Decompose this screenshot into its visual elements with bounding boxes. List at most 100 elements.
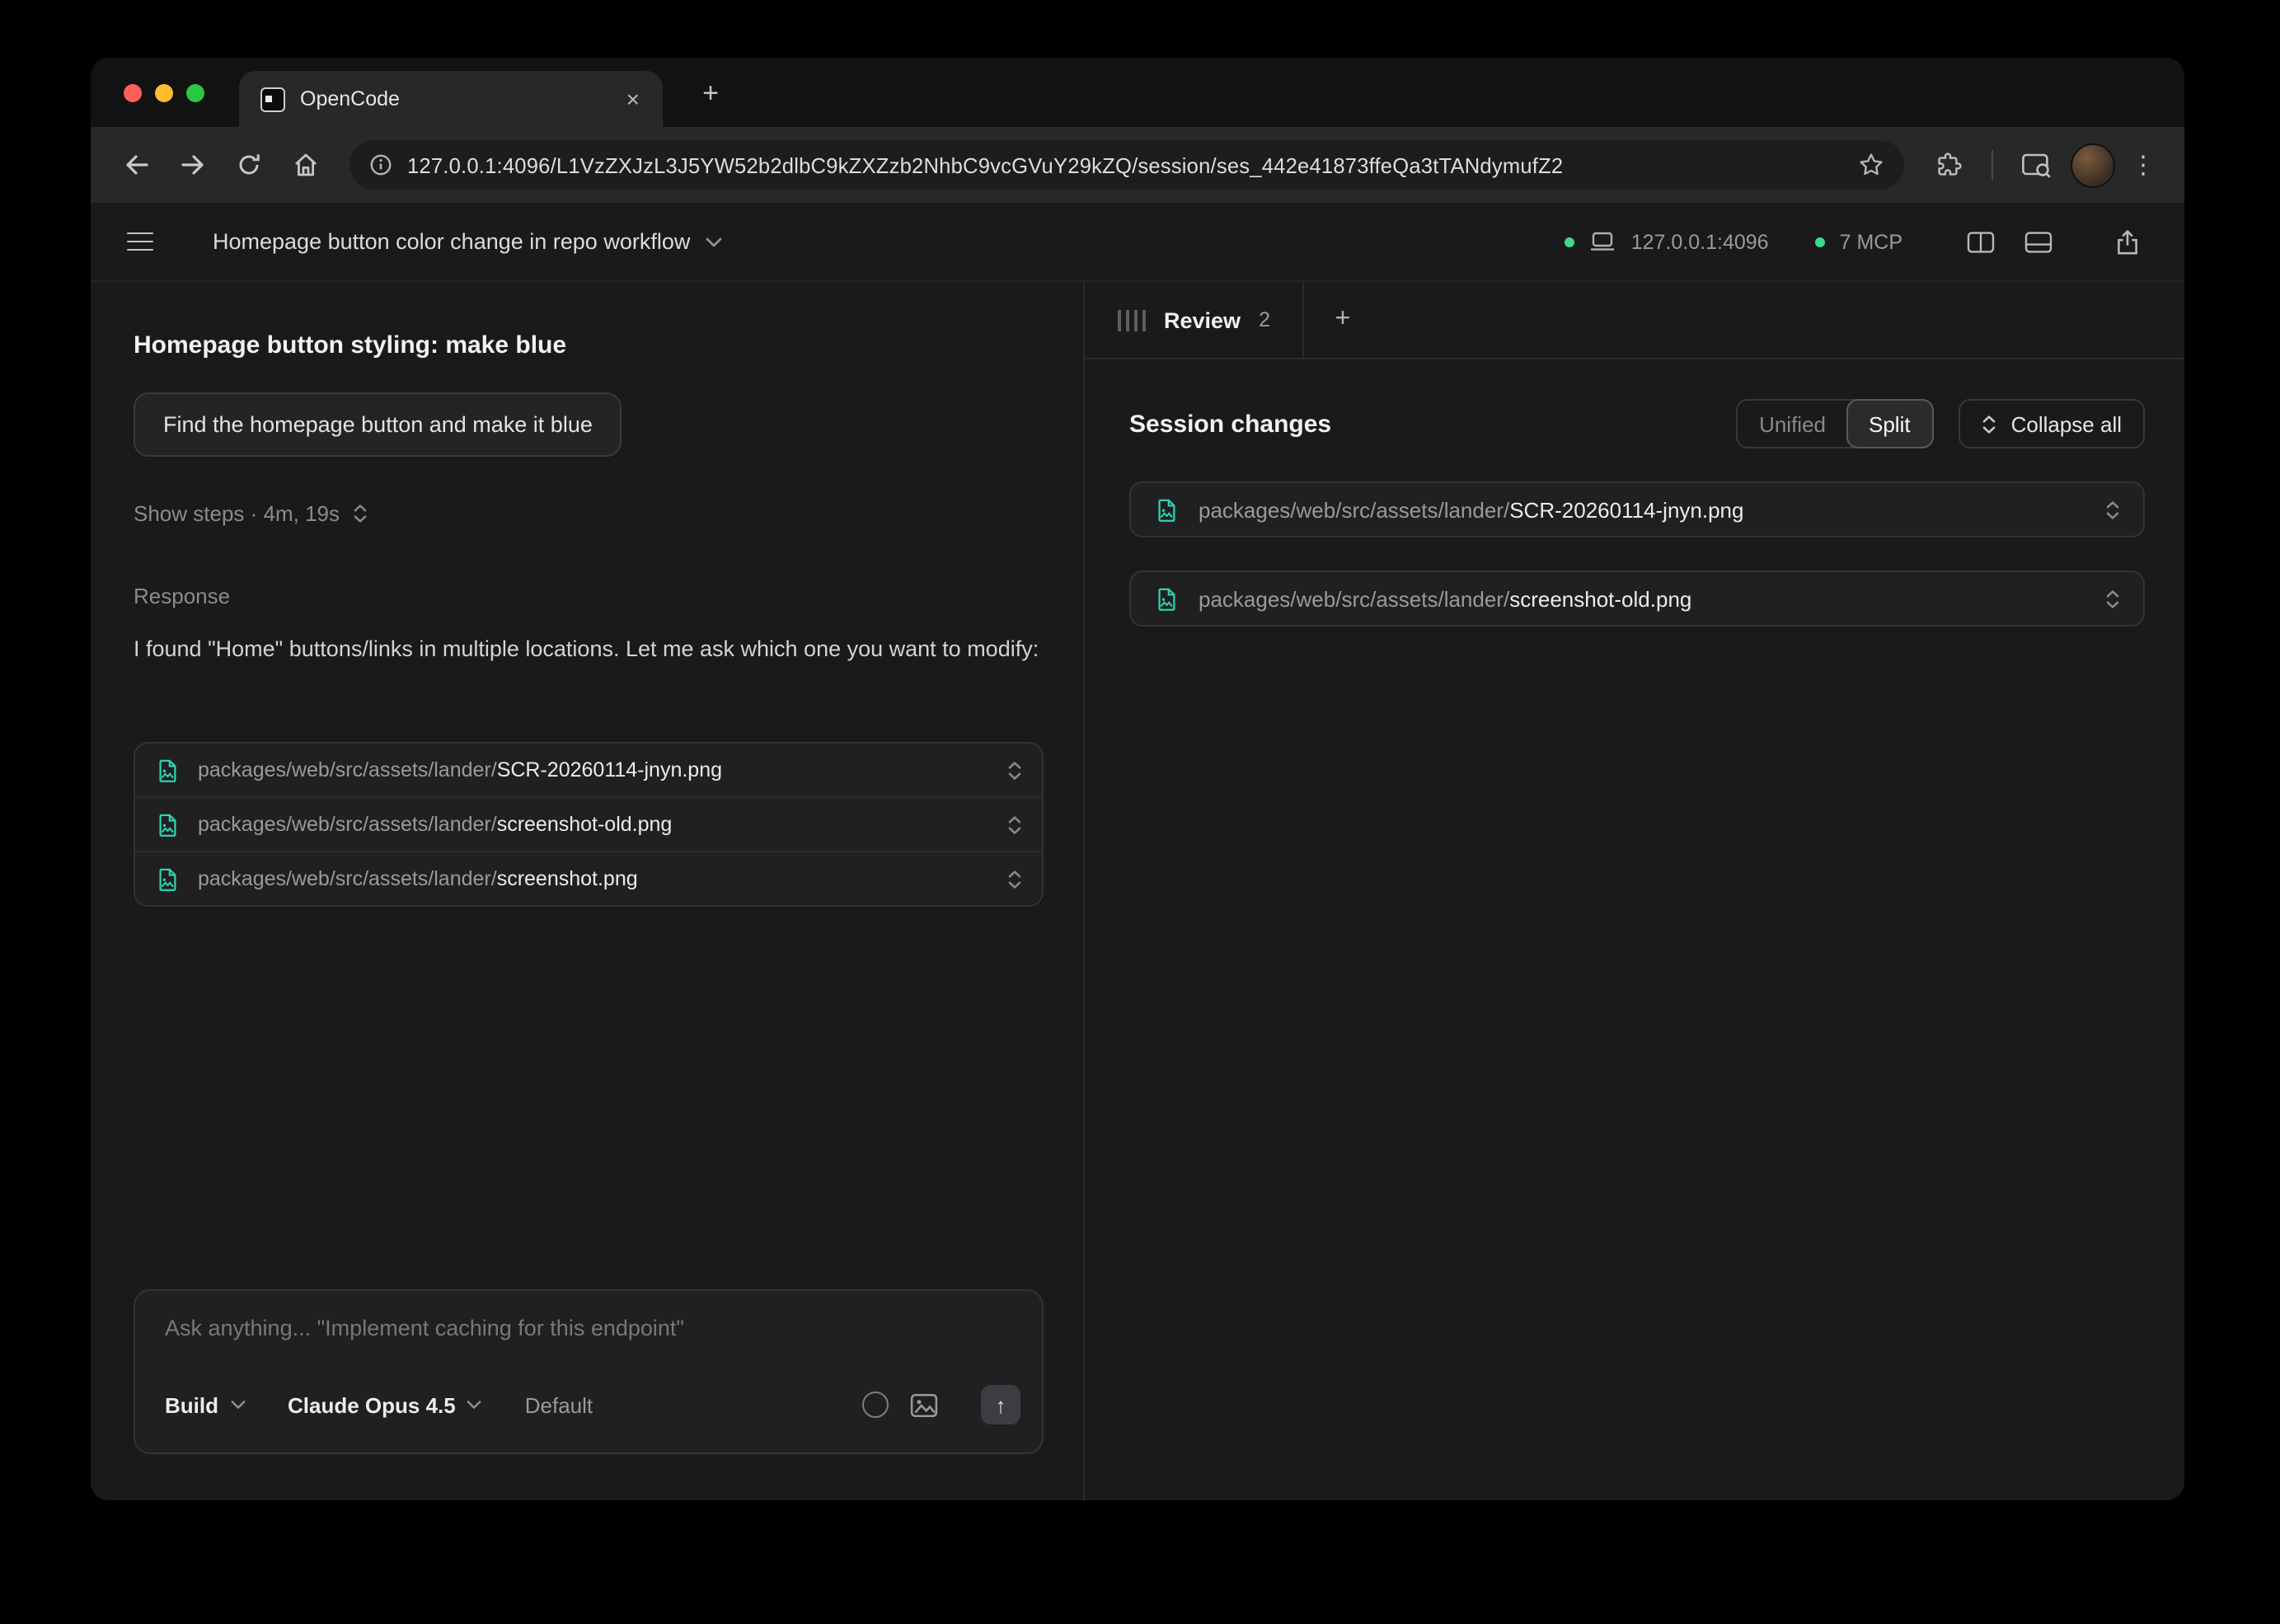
add-review-tab-button[interactable]: +	[1305, 282, 1381, 358]
reload-button[interactable]	[224, 140, 274, 190]
tab-search-icon[interactable]	[2011, 140, 2061, 190]
forward-button[interactable]	[168, 140, 218, 190]
mode-label: Build	[165, 1392, 218, 1417]
composer-controls: Build Claude Opus 4.5 Default	[135, 1367, 1042, 1453]
app-header: Homepage button color change in repo wor…	[91, 203, 2184, 282]
session-title-text: Homepage button color change in repo wor…	[213, 229, 690, 254]
diff-mode-segmented: Unified Split	[1736, 399, 1934, 448]
session-changes-section: Session changes Unified Split Collapse a…	[1085, 359, 2184, 627]
avatar	[2070, 143, 2114, 187]
show-steps-toggle[interactable]: Show steps · 4m, 19s	[134, 501, 1040, 526]
send-button[interactable]: ↑	[981, 1385, 1020, 1425]
file-name: screenshot-old.png	[497, 814, 673, 837]
image-file-icon	[155, 867, 180, 892]
file-name: SCR-20260114-jnyn.png	[497, 759, 722, 782]
file-path-prefix: packages/web/src/assets/lander/	[198, 868, 497, 891]
image-file-icon	[155, 813, 180, 838]
file-option-row[interactable]: packages/web/src/assets/lander/screensho…	[135, 852, 1042, 906]
collapse-all-label: Collapse all	[2011, 411, 2122, 436]
changed-file-row[interactable]: packages/web/src/assets/lander/screensho…	[1129, 570, 2145, 627]
chat-heading: Homepage button styling: make blue	[134, 331, 1040, 359]
main-split: Homepage button styling: make blue Find …	[91, 282, 2184, 1500]
composer-placeholder[interactable]: Ask anything... "Implement caching for t…	[135, 1291, 1042, 1340]
device-icon	[1590, 231, 1616, 252]
file-option-row[interactable]: packages/web/src/assets/lander/SCR-20260…	[135, 744, 1042, 797]
opencode-favicon	[260, 87, 285, 111]
server-status-dot	[1565, 237, 1575, 246]
response-label: Response	[134, 584, 1040, 608]
image-file-icon	[1154, 497, 1179, 522]
user-message: Find the homepage button and make it blu…	[134, 392, 622, 457]
split-view-button[interactable]: Split	[1846, 399, 1934, 448]
composer[interactable]: Ask anything... "Implement caching for t…	[134, 1289, 1044, 1454]
file-name: screenshot.png	[497, 868, 638, 891]
expand-collapse-icon	[353, 503, 368, 524]
changed-file-row[interactable]: packages/web/src/assets/lander/SCR-20260…	[1129, 481, 2145, 537]
chevron-down-icon	[230, 1400, 245, 1410]
file-path-prefix: packages/web/src/assets/lander/	[198, 759, 497, 782]
back-button[interactable]	[112, 140, 162, 190]
url-text[interactable]: 127.0.0.1:4096/L1VzZXJzL3J5YW52b2dlbC9kZ…	[407, 153, 1843, 177]
chevron-down-icon	[705, 237, 721, 246]
attach-image-icon[interactable]	[910, 1392, 938, 1417]
home-button[interactable]	[280, 140, 330, 190]
browser-toolbar: 127.0.0.1:4096/L1VzZXJzL3J5YW52b2dlbC9kZ…	[91, 127, 2184, 203]
diff-grip-icon	[1118, 309, 1146, 331]
mode-selector[interactable]: Build	[165, 1392, 245, 1417]
window-controls	[124, 84, 204, 102]
expand-collapse-icon[interactable]	[1007, 814, 1022, 836]
opencode-app: Homepage button color change in repo wor…	[91, 203, 2184, 1500]
agent-selector[interactable]: Default	[525, 1392, 593, 1417]
profile-avatar[interactable]	[2067, 140, 2117, 190]
file-option-list: packages/web/src/assets/lander/SCR-20260…	[134, 743, 1044, 908]
expand-collapse-icon[interactable]	[1007, 869, 1022, 890]
maximize-window-button[interactable]	[186, 84, 204, 102]
tab-close-icon[interactable]: ×	[620, 84, 646, 114]
file-path-prefix: packages/web/src/assets/lander/	[1199, 586, 1509, 611]
app-header-status: 127.0.0.1:4096 7 MCP	[1565, 220, 2148, 263]
agent-label: Default	[525, 1392, 593, 1417]
tab-title: OpenCode	[300, 87, 605, 110]
split-rows-icon[interactable]	[2016, 220, 2059, 263]
tab-review[interactable]: Review 2	[1085, 282, 1305, 358]
collapse-all-button[interactable]: Collapse all	[1959, 399, 2145, 448]
mcp-status-dot	[1815, 237, 1825, 246]
expand-collapse-icon[interactable]	[1007, 760, 1022, 781]
expand-collapse-icon[interactable]	[2105, 588, 2120, 609]
file-path-prefix: packages/web/src/assets/lander/	[198, 814, 497, 837]
menu-icon[interactable]	[127, 232, 153, 251]
site-info-icon[interactable]	[369, 153, 392, 176]
desktop: OpenCode × + 127.0.0.1:4096/L1VzZXJzL3J5…	[0, 0, 2280, 1624]
image-file-icon	[155, 758, 180, 783]
mcp-count[interactable]: 7 MCP	[1840, 230, 1902, 253]
expand-collapse-icon[interactable]	[2105, 499, 2120, 520]
address-bar[interactable]: 127.0.0.1:4096/L1VzZXJzL3J5YW52b2dlbC9kZ…	[350, 140, 1904, 190]
diff-view-controls: Unified Split Collapse all	[1736, 399, 2145, 448]
review-tab-count: 2	[1259, 308, 1270, 331]
new-tab-button[interactable]: +	[689, 73, 732, 115]
review-pane: Review 2 + Session changes Unified Split	[1085, 282, 2184, 1500]
file-name: screenshot-old.png	[1509, 586, 1691, 611]
model-label: Claude Opus 4.5	[288, 1392, 456, 1417]
review-tabbar: Review 2 +	[1085, 282, 2184, 359]
browser-tab-opencode[interactable]: OpenCode ×	[239, 71, 663, 127]
expand-collapse-icon	[1982, 413, 1996, 434]
file-option-row[interactable]: packages/web/src/assets/lander/screensho…	[135, 797, 1042, 852]
review-tab-label: Review	[1164, 307, 1241, 332]
chat-pane: Homepage button styling: make blue Find …	[91, 282, 1085, 1500]
extensions-icon[interactable]	[1924, 140, 1973, 190]
session-changes-heading: Session changes	[1129, 410, 1331, 438]
unified-view-button[interactable]: Unified	[1738, 399, 1847, 448]
context-ring-icon	[862, 1392, 889, 1418]
model-selector[interactable]: Claude Opus 4.5	[288, 1392, 482, 1417]
session-title-dropdown[interactable]: Homepage button color change in repo wor…	[213, 229, 721, 254]
chevron-down-icon	[467, 1400, 482, 1410]
server-host[interactable]: 127.0.0.1:4096	[1631, 230, 1769, 253]
browser-menu-icon[interactable]: ⋮	[2123, 150, 2163, 180]
share-icon[interactable]	[2105, 220, 2148, 263]
bookmark-star-icon[interactable]	[1858, 152, 1884, 178]
toolbar-separator	[1991, 150, 1993, 180]
minimize-window-button[interactable]	[155, 84, 173, 102]
split-columns-icon[interactable]	[1959, 220, 2001, 263]
close-window-button[interactable]	[124, 84, 142, 102]
